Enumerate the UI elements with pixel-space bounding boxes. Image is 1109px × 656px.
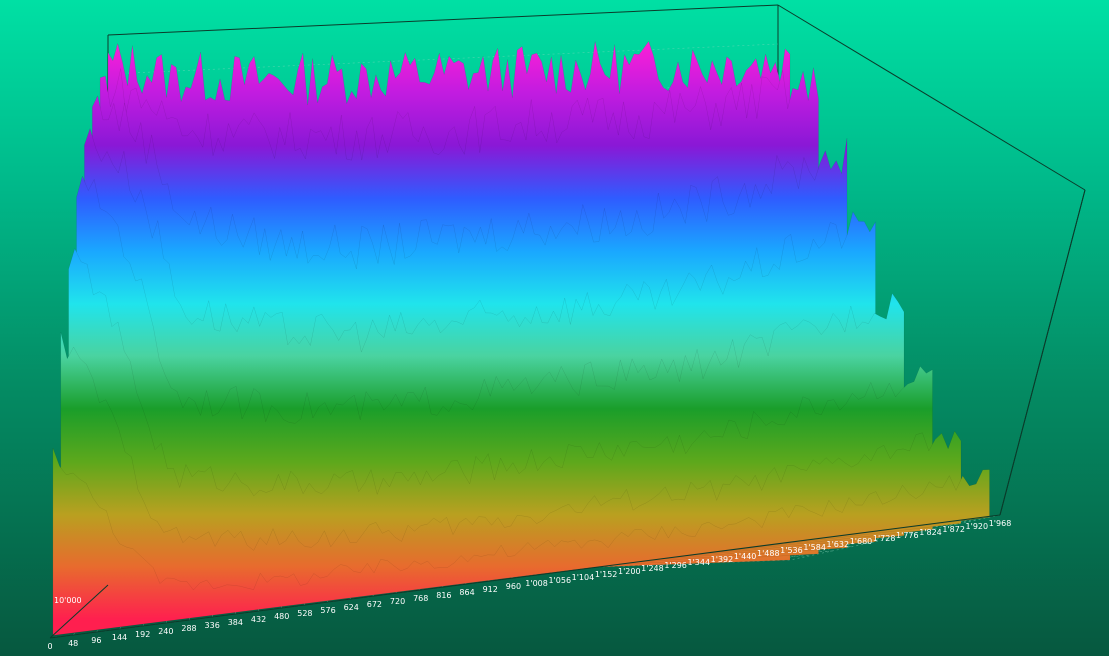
x-tick-label: 1'824: [919, 528, 942, 537]
x-tick-label: 336: [205, 621, 220, 630]
x-tick-label: 912: [483, 585, 498, 594]
x-tick-label: 1'536: [780, 546, 803, 555]
x-tick-label: 1'776: [896, 531, 919, 540]
x-tick-label: 528: [297, 609, 312, 618]
x-tick-label: 1'872: [942, 525, 965, 534]
x-tick-label: 288: [181, 624, 196, 633]
x-tick-label: 768: [413, 594, 428, 603]
x-tick-label: 1'584: [803, 543, 826, 552]
x-tick-label: 1'296: [664, 561, 687, 570]
x-tick-label: 1'488: [757, 549, 780, 558]
x-tick-label: 576: [320, 606, 335, 615]
x-tick-label: 1'152: [595, 570, 618, 579]
box-edge: [107, 4, 779, 36]
x-tick-label: 960: [506, 582, 521, 591]
x-tick-label: 1'440: [734, 552, 757, 561]
x-tick-label: 1'344: [687, 558, 710, 567]
x-tick-label: 1'968: [989, 519, 1012, 528]
x-tick-label: 0: [47, 642, 52, 651]
x-tick-label: 816: [436, 591, 451, 600]
x-tick-label: 1'680: [850, 537, 873, 546]
x-tick-label: 1'920: [966, 522, 989, 531]
surface-plot-window: 0 48 96 144 192 240 288 336 384 432 480 528 576 624 67…: [0, 0, 1109, 656]
x-tick-label: 1'392: [711, 555, 734, 564]
box-edge: [999, 189, 1086, 516]
x-tick-label: 96: [91, 636, 101, 645]
x-tick-label: 1'104: [572, 573, 595, 582]
x-tick-label: 624: [344, 603, 359, 612]
x-tick-label: 672: [367, 600, 382, 609]
z-tick-label: 10'000: [54, 596, 82, 605]
x-tick-label: 192: [135, 630, 150, 639]
x-tick-label: 432: [251, 615, 266, 624]
x-tick-label: 1'056: [548, 576, 571, 585]
z-axis-ticks: 10'000: [54, 596, 82, 605]
x-tick-label: 240: [158, 627, 173, 636]
x-tick-label: 480: [274, 612, 289, 621]
x-tick-label: 1'248: [641, 564, 664, 573]
x-tick-label: 864: [459, 588, 474, 597]
x-tick-label: 144: [112, 633, 127, 642]
x-tick-label: 48: [68, 639, 78, 648]
x-tick-label: 720: [390, 597, 405, 606]
x-tick-label: 384: [228, 618, 243, 627]
x-tick-label: 1'008: [525, 579, 548, 588]
x-tick-label: 1'728: [873, 534, 896, 543]
x-tick-label: 1'200: [618, 567, 641, 576]
surface-plot: 0 48 96 144 192 240 288 336 384 432 480 528 576 624 67…: [47, 4, 1086, 651]
x-tick-label: 1'632: [827, 540, 850, 549]
